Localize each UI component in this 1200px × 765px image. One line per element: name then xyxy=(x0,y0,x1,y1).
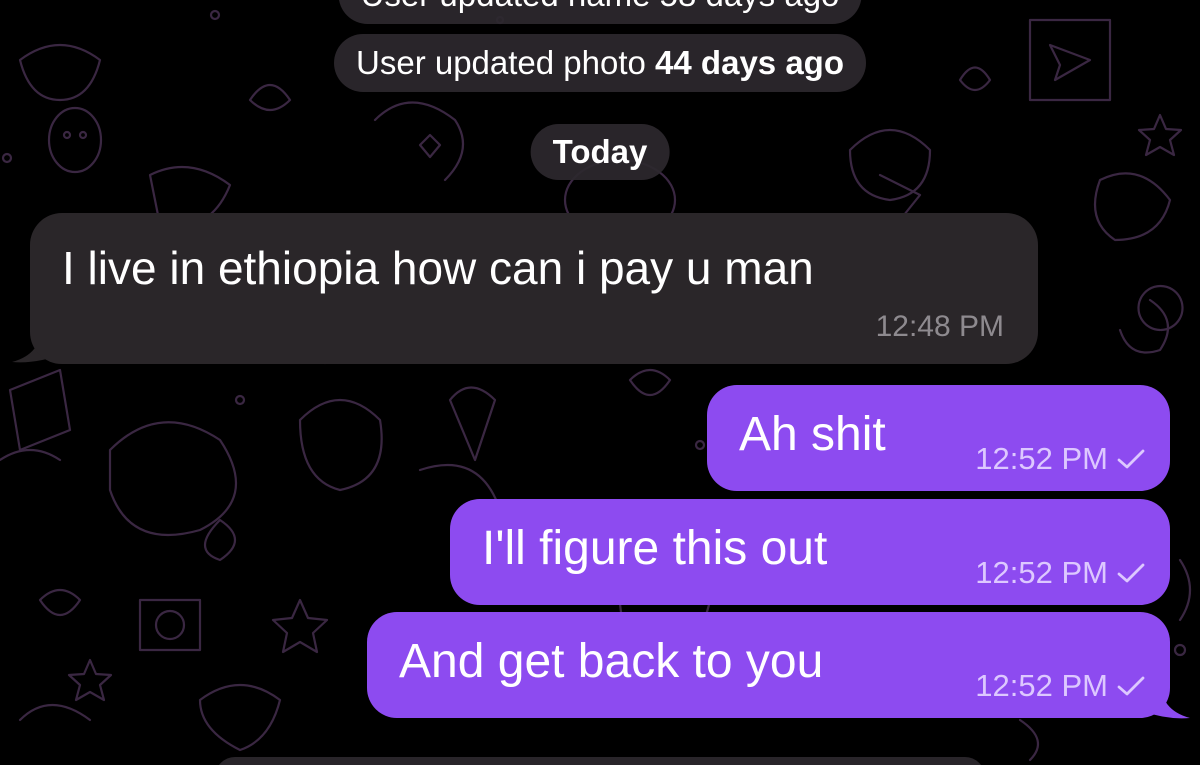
message-timestamp: 12:48 PM xyxy=(875,310,1004,343)
message-text: I live in ethiopia how can i pay u man xyxy=(62,242,814,294)
message-text: Ah shit xyxy=(739,408,886,461)
incoming-message-bubble[interactable]: I live in ethiopia how can i pay u man 1… xyxy=(30,213,1038,364)
date-divider: Today xyxy=(530,124,670,180)
outgoing-message-bubble[interactable]: I'll figure this out 12:52 PM xyxy=(450,499,1170,605)
chat-view: User updated name 58 days ago User updat… xyxy=(0,0,1200,765)
message-text: I'll figure this out xyxy=(482,522,828,575)
message-text: And get back to you xyxy=(399,635,824,688)
message-timestamp: 12:52 PM xyxy=(975,441,1108,476)
service-message-time-ago: 44 days ago xyxy=(655,44,844,81)
service-message-name-update: User updated name 58 days ago xyxy=(338,0,862,24)
service-message-text: User updated photo xyxy=(356,44,656,81)
message-meta: 12:52 PM xyxy=(975,555,1146,591)
outgoing-message-bubble[interactable]: Ah shit 12:52 PM xyxy=(707,385,1170,491)
service-message-partial xyxy=(215,757,985,765)
service-message-text: User updated name 58 days ago xyxy=(361,0,840,13)
outgoing-message-bubble[interactable]: And get back to you 12:52 PM xyxy=(367,612,1170,718)
sent-check-icon xyxy=(1117,449,1145,469)
service-message-photo-update: User updated photo 44 days ago xyxy=(334,34,866,92)
message-meta: 12:52 PM xyxy=(975,668,1146,704)
sent-check-icon xyxy=(1117,676,1145,696)
sent-check-icon xyxy=(1117,563,1145,583)
message-meta: 12:52 PM xyxy=(975,441,1146,477)
message-timestamp: 12:52 PM xyxy=(975,668,1108,703)
message-timestamp: 12:52 PM xyxy=(975,555,1108,590)
